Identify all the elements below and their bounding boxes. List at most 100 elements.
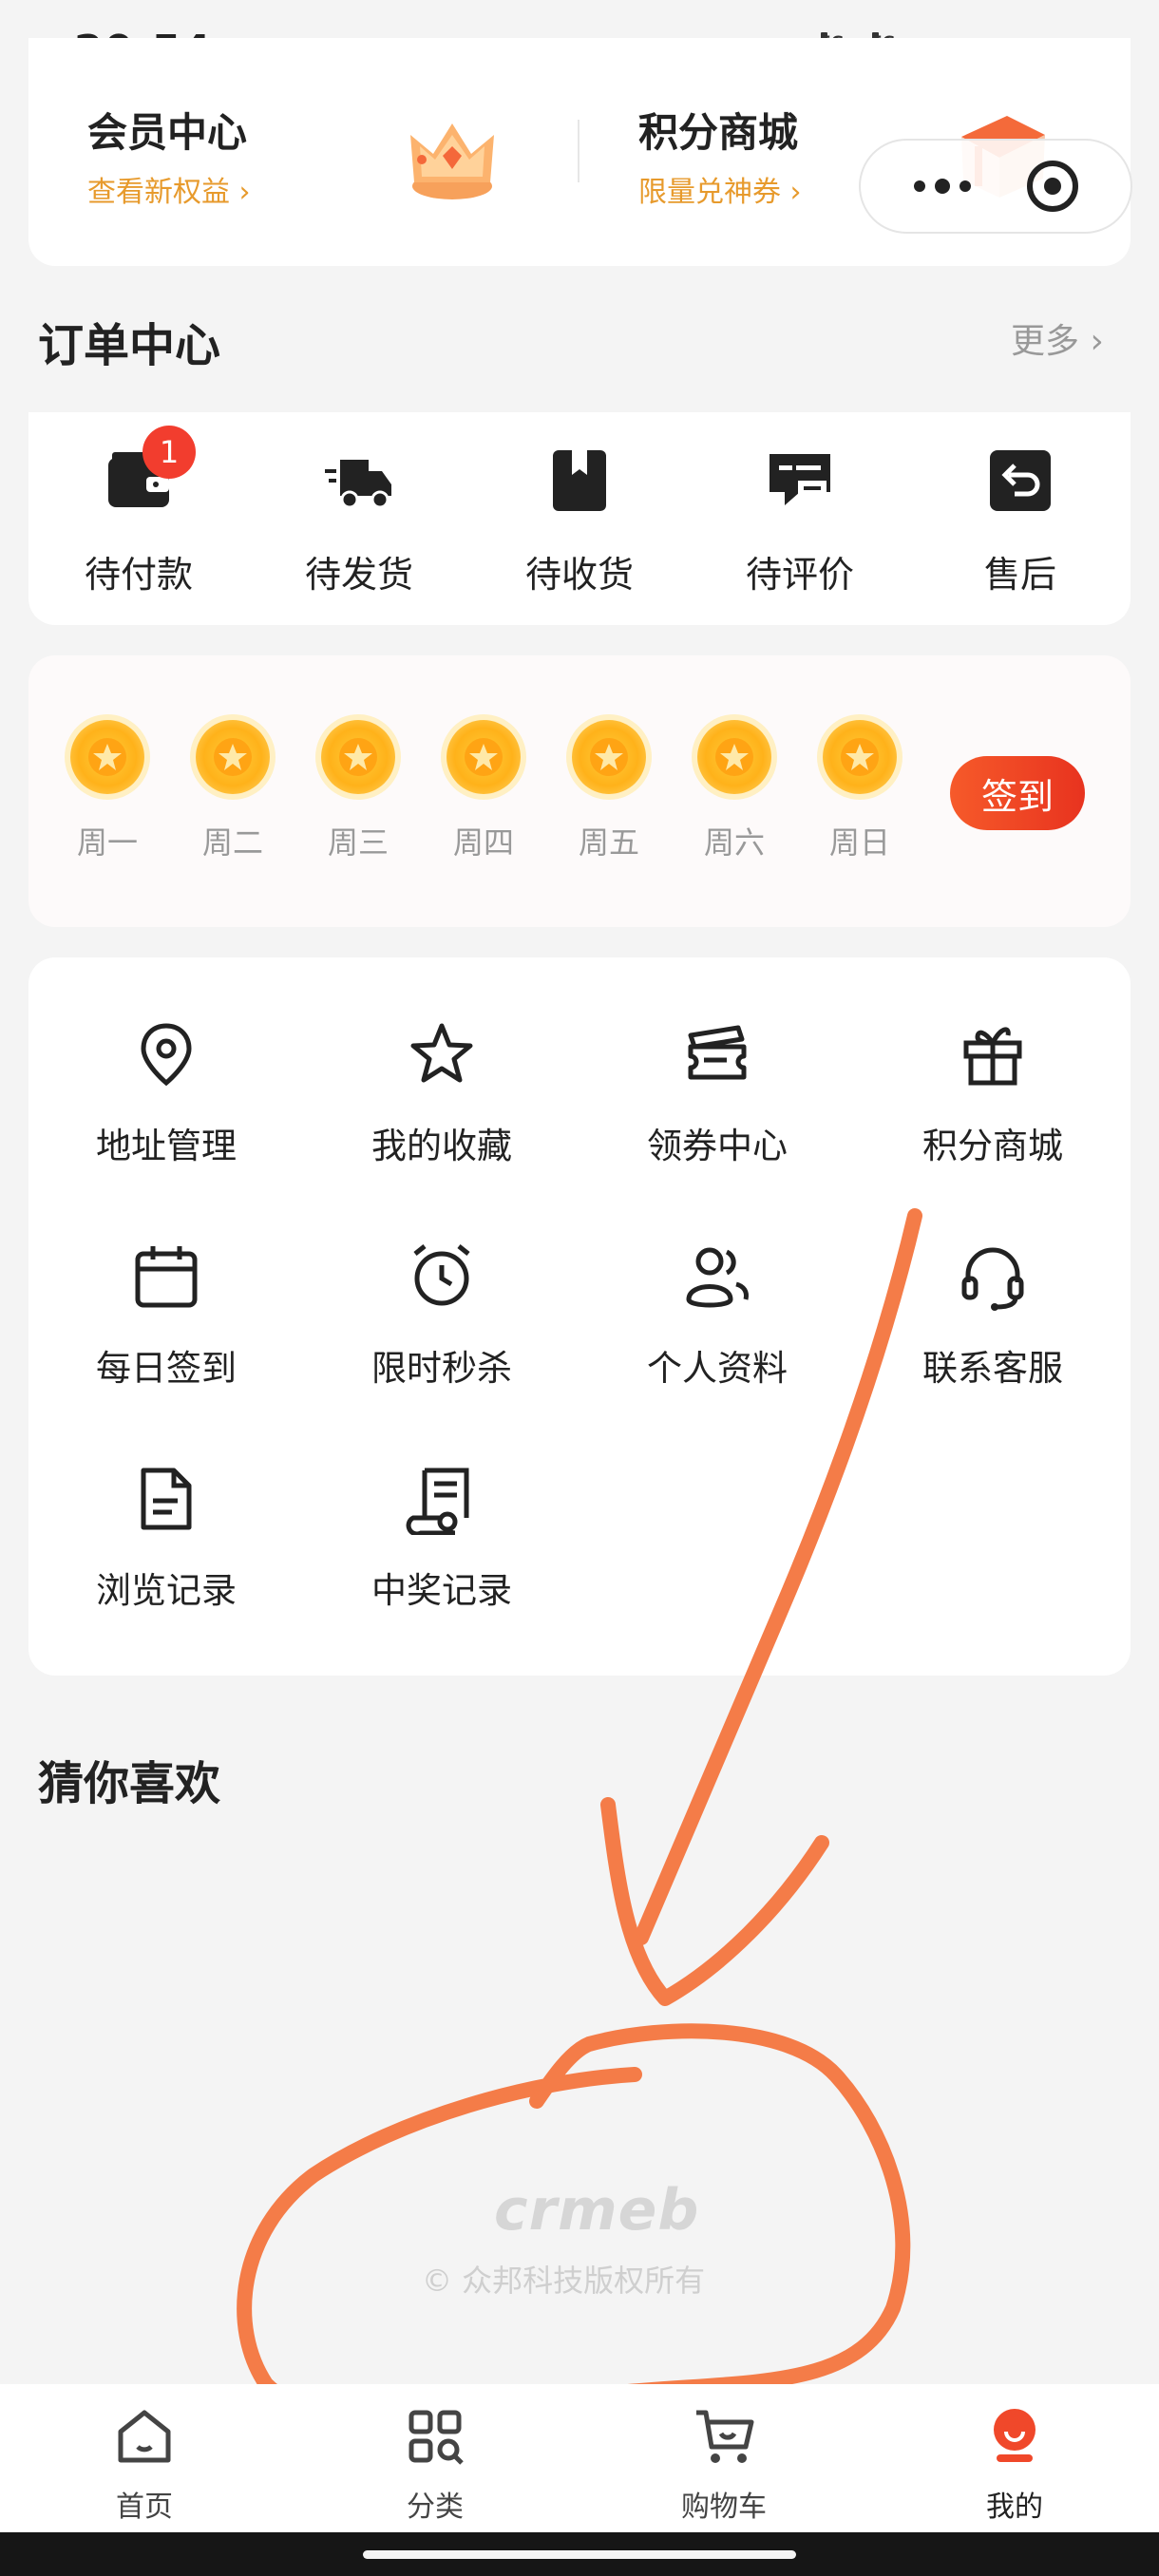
signin-day: 周一 (55, 720, 160, 862)
chevron-right-icon: › (1079, 322, 1104, 361)
coin-star-icon (196, 720, 270, 794)
service-prize-records-label: 中奖记录 (371, 1570, 512, 1611)
order-pending-review-label: 待评价 (745, 554, 854, 596)
home-indicator[interactable] (363, 2550, 796, 2559)
points-mall-subtitle-text: 限量兑神券 (638, 176, 781, 209)
service-customer-support-label: 联系客服 (922, 1348, 1063, 1389)
member-divider (578, 120, 580, 182)
points-mall-entry[interactable]: 积分商城 限量兑神券 › (638, 101, 802, 210)
coin-star-icon (572, 720, 646, 794)
signin-day: 周六 (682, 720, 787, 862)
service-profile[interactable]: 个人资料 (598, 1241, 836, 1391)
service-points-mall-label: 积分商城 (922, 1126, 1063, 1166)
location-icon (141, 1023, 192, 1087)
tab-category[interactable]: 分类 (359, 2403, 511, 2525)
coupon-icon (688, 1025, 747, 1080)
home-icon (118, 2410, 171, 2463)
coin-star-icon (321, 720, 395, 794)
member-center-title: 会员中心 (87, 109, 248, 156)
member-center-entry[interactable]: 会员中心 查看新权益 › (87, 101, 251, 210)
service-favorites-label: 我的收藏 (371, 1126, 512, 1166)
close-miniprogram-button[interactable] (1026, 161, 1078, 212)
coin-star-icon (823, 720, 897, 794)
headset-icon (961, 1247, 1024, 1311)
service-browse-history-label: 浏览记录 (96, 1570, 237, 1611)
crown-icon (410, 123, 494, 199)
signin-day-label: 周一 (76, 824, 138, 861)
truck-icon (325, 460, 391, 509)
service-flash-sale[interactable]: 限时秒杀 (323, 1241, 560, 1391)
signin-day: 周二 (180, 720, 285, 862)
tab-category-label: 分类 (407, 2491, 464, 2524)
signin-button[interactable]: 签到 (950, 756, 1085, 830)
document-icon (141, 1468, 192, 1530)
gift-icon (963, 1027, 1022, 1086)
order-pending-payment-label: 待付款 (84, 554, 193, 596)
coin-star-icon (446, 720, 521, 794)
return-icon (990, 450, 1051, 511)
service-profile-label: 个人资料 (647, 1348, 788, 1389)
chevron-right-icon: › (789, 176, 802, 209)
signin-day-label: 周日 (828, 824, 890, 861)
chevron-right-icon: › (238, 176, 251, 209)
signin-day-label: 周六 (703, 824, 765, 861)
order-more-link[interactable]: 更多 › (1011, 313, 1104, 363)
points-mall-title: 积分商城 (638, 109, 799, 156)
category-icon (408, 2410, 464, 2465)
service-coupons[interactable]: 领券中心 (598, 1018, 836, 1168)
service-browse-history[interactable]: 浏览记录 (48, 1463, 285, 1613)
signin-day: 周五 (557, 720, 661, 862)
coin-star-icon (697, 720, 771, 794)
coin-star-icon (70, 720, 144, 794)
tab-home[interactable]: 首页 (68, 2403, 220, 2525)
points-mall-subtitle[interactable]: 限量兑神券 › (638, 168, 802, 210)
calendar-icon (135, 1246, 198, 1308)
order-pending-review[interactable]: 待评价 (714, 443, 885, 597)
tab-home-label: 首页 (116, 2491, 173, 2524)
signin-day-label: 周五 (578, 824, 639, 861)
cart-icon (696, 2410, 754, 2463)
alarm-clock-icon (413, 1244, 470, 1306)
order-center-title: 订单中心 (38, 319, 221, 372)
order-pending-shipment-label: 待发货 (304, 554, 413, 596)
order-pending-receipt[interactable]: 待收货 (494, 443, 665, 597)
signin-day: 周三 (306, 720, 410, 862)
service-favorites[interactable]: 我的收藏 (323, 1018, 560, 1168)
signin-day: 周日 (808, 720, 912, 862)
package-icon (553, 450, 606, 511)
copyright-text: © 众邦科技版权所有 (422, 2263, 706, 2299)
signin-day-label: 周三 (327, 824, 389, 861)
guess-you-like-title: 猜你喜欢 (38, 1757, 221, 1810)
order-pending-shipment[interactable]: 待发货 (274, 443, 445, 597)
service-points-mall[interactable]: 积分商城 (874, 1018, 1112, 1168)
member-center-subtitle[interactable]: 查看新权益 › (87, 168, 251, 210)
signin-day: 周四 (431, 720, 536, 862)
crmeb-logo: crmeb (494, 2177, 700, 2244)
member-center-subtitle-text: 查看新权益 (87, 176, 230, 209)
service-prize-records[interactable]: 中奖记录 (323, 1463, 560, 1613)
signin-day-label: 周四 (452, 824, 514, 861)
tab-me[interactable]: 我的 (939, 2403, 1091, 2525)
tab-me-label: 我的 (986, 2491, 1043, 2524)
scroll-icon (406, 1468, 469, 1537)
miniprogram-capsule (859, 139, 1132, 234)
comment-icon (770, 454, 830, 505)
order-after-sales[interactable]: 售后 (935, 443, 1106, 597)
order-more-text: 更多 (1011, 322, 1080, 361)
service-address[interactable]: 地址管理 (48, 1018, 285, 1168)
order-pending-payment[interactable]: 待付款 (53, 443, 224, 597)
signin-day-label: 周二 (201, 824, 263, 861)
tab-cart-label: 购物车 (681, 2491, 767, 2524)
tab-cart[interactable]: 购物车 (648, 2403, 800, 2525)
service-customer-support[interactable]: 联系客服 (874, 1241, 1112, 1391)
star-icon (410, 1023, 473, 1083)
order-pending-receipt-label: 待收货 (524, 554, 634, 596)
order-count-badge: 1 (142, 426, 196, 479)
service-daily-checkin[interactable]: 每日签到 (48, 1241, 285, 1391)
order-after-sales-label: 售后 (983, 554, 1056, 596)
service-daily-checkin-label: 每日签到 (96, 1348, 237, 1389)
service-address-label: 地址管理 (96, 1126, 237, 1166)
more-menu-button[interactable] (913, 179, 971, 194)
profile-icon (994, 2409, 1036, 2462)
service-flash-sale-label: 限时秒杀 (371, 1348, 512, 1389)
